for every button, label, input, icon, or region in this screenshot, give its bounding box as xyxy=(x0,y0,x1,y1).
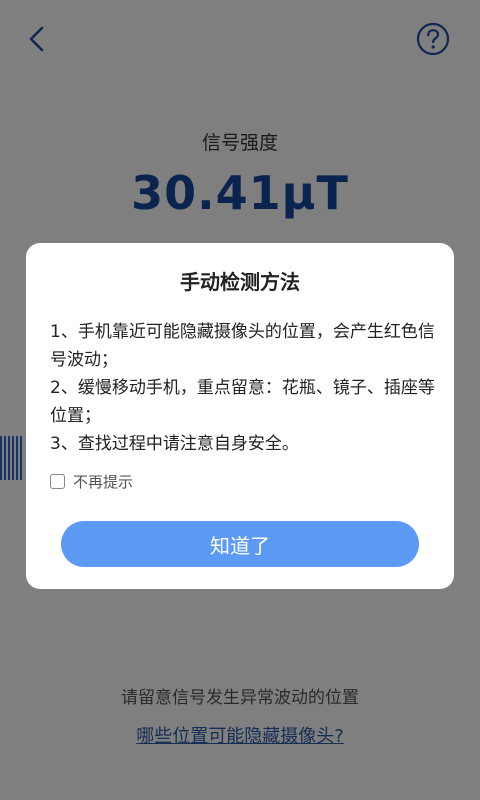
got-it-button[interactable]: 知道了 xyxy=(61,521,419,567)
no-remind-option[interactable]: 不再提示 xyxy=(50,471,133,491)
dialog-instructions: 1、手机靠近可能隐藏摄像头的位置，会产生红色信号波动； 2、缓慢移动手机，重点留… xyxy=(50,318,440,458)
instruction-line-1: 1、手机靠近可能隐藏摄像头的位置，会产生红色信号波动； xyxy=(50,322,435,370)
dialog-title: 手动检测方法 xyxy=(180,270,300,294)
instruction-line-3: 3、查找过程中请注意自身安全。 xyxy=(50,434,299,454)
no-remind-label: 不再提示 xyxy=(73,472,134,491)
instruction-line-2: 2、缓慢移动手机，重点留意：花瓶、镜子、插座等位置； xyxy=(50,378,435,426)
no-remind-checkbox[interactable] xyxy=(50,473,65,489)
